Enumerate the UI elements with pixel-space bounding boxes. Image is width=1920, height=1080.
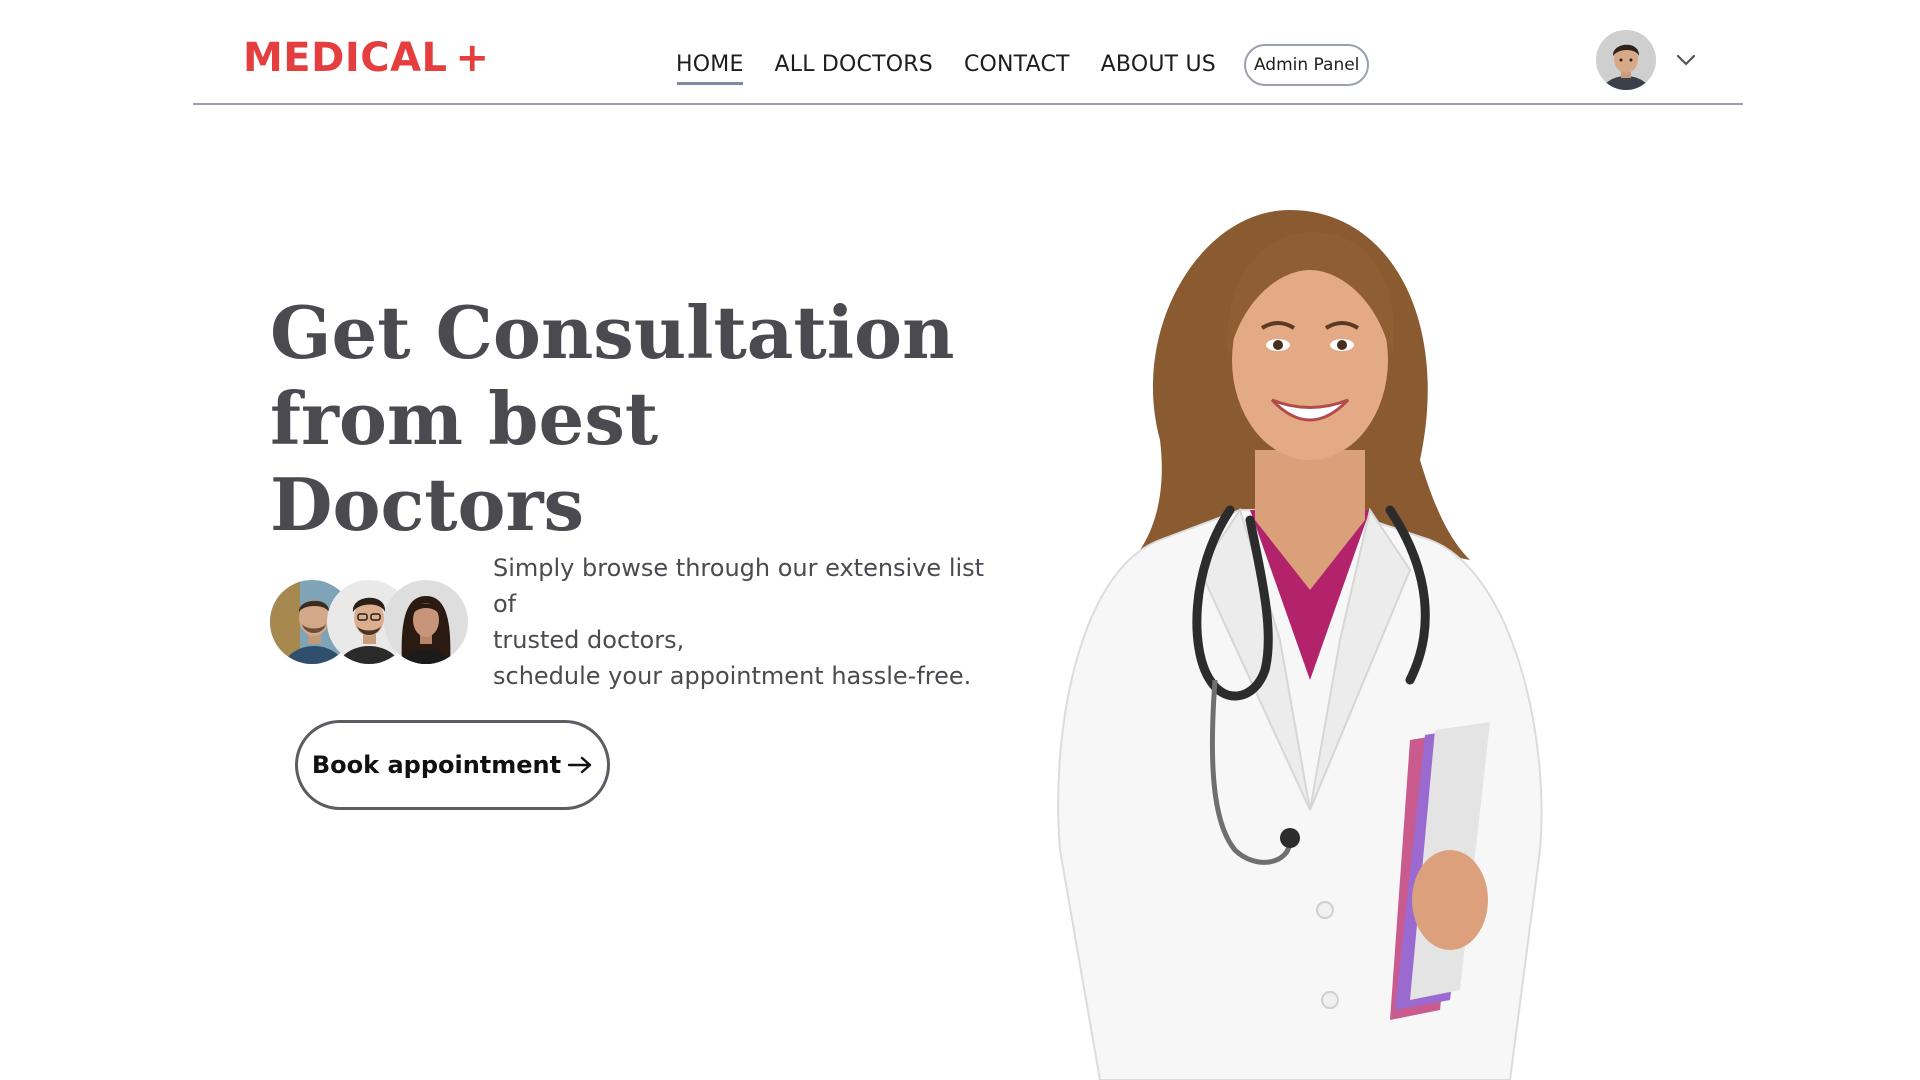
landing-page: MEDICAL + HOME ALL DOCTORS CONTACT ABOUT … <box>0 0 1920 1080</box>
doctor-avatars-group <box>270 580 470 666</box>
profile-menu[interactable] <box>1596 30 1698 90</box>
top-navbar: MEDICAL + HOME ALL DOCTORS CONTACT ABOUT … <box>193 0 1743 105</box>
user-avatar[interactable] <box>1596 30 1656 90</box>
chevron-down-icon[interactable] <box>1674 48 1698 72</box>
hero-title-line-1: Get Consultation <box>270 290 955 375</box>
hero-title-line-2: from best <box>270 376 659 461</box>
brand-name: MEDICAL <box>243 35 448 81</box>
admin-panel-button[interactable]: Admin Panel <box>1243 44 1370 86</box>
book-appointment-label: Book appointment <box>311 751 562 779</box>
hero-title: Get Consultation from best Doctors <box>270 290 970 548</box>
brand-logo[interactable]: MEDICAL + <box>243 34 490 82</box>
book-appointment-button[interactable]: Book appointment <box>295 720 610 810</box>
doctor-avatar-3 <box>384 580 468 664</box>
hero-description: Simply browse through our extensive list… <box>493 550 1013 694</box>
hero-title-line-3: Doctors <box>270 462 585 547</box>
hero-desc-line-2: of <box>493 590 517 618</box>
doctor-hero-image <box>1057 210 1543 1080</box>
nav-home[interactable]: HOME <box>676 51 744 85</box>
arrow-right-icon <box>567 756 592 774</box>
nav-contact[interactable]: CONTACT <box>964 51 1070 79</box>
nav-all-doctors[interactable]: ALL DOCTORS <box>775 51 933 79</box>
brand-plus: + <box>455 35 490 81</box>
hero-desc-line-4: schedule your appointment hassle-free. <box>493 662 972 690</box>
hero-desc-line-1: Simply browse through our extensive list <box>493 554 985 582</box>
hero-desc-line-3: trusted doctors, <box>493 626 685 654</box>
nav-about-us[interactable]: ABOUT US <box>1101 51 1216 79</box>
nav-links: HOME ALL DOCTORS CONTACT ABOUT US Admin … <box>676 44 1370 86</box>
